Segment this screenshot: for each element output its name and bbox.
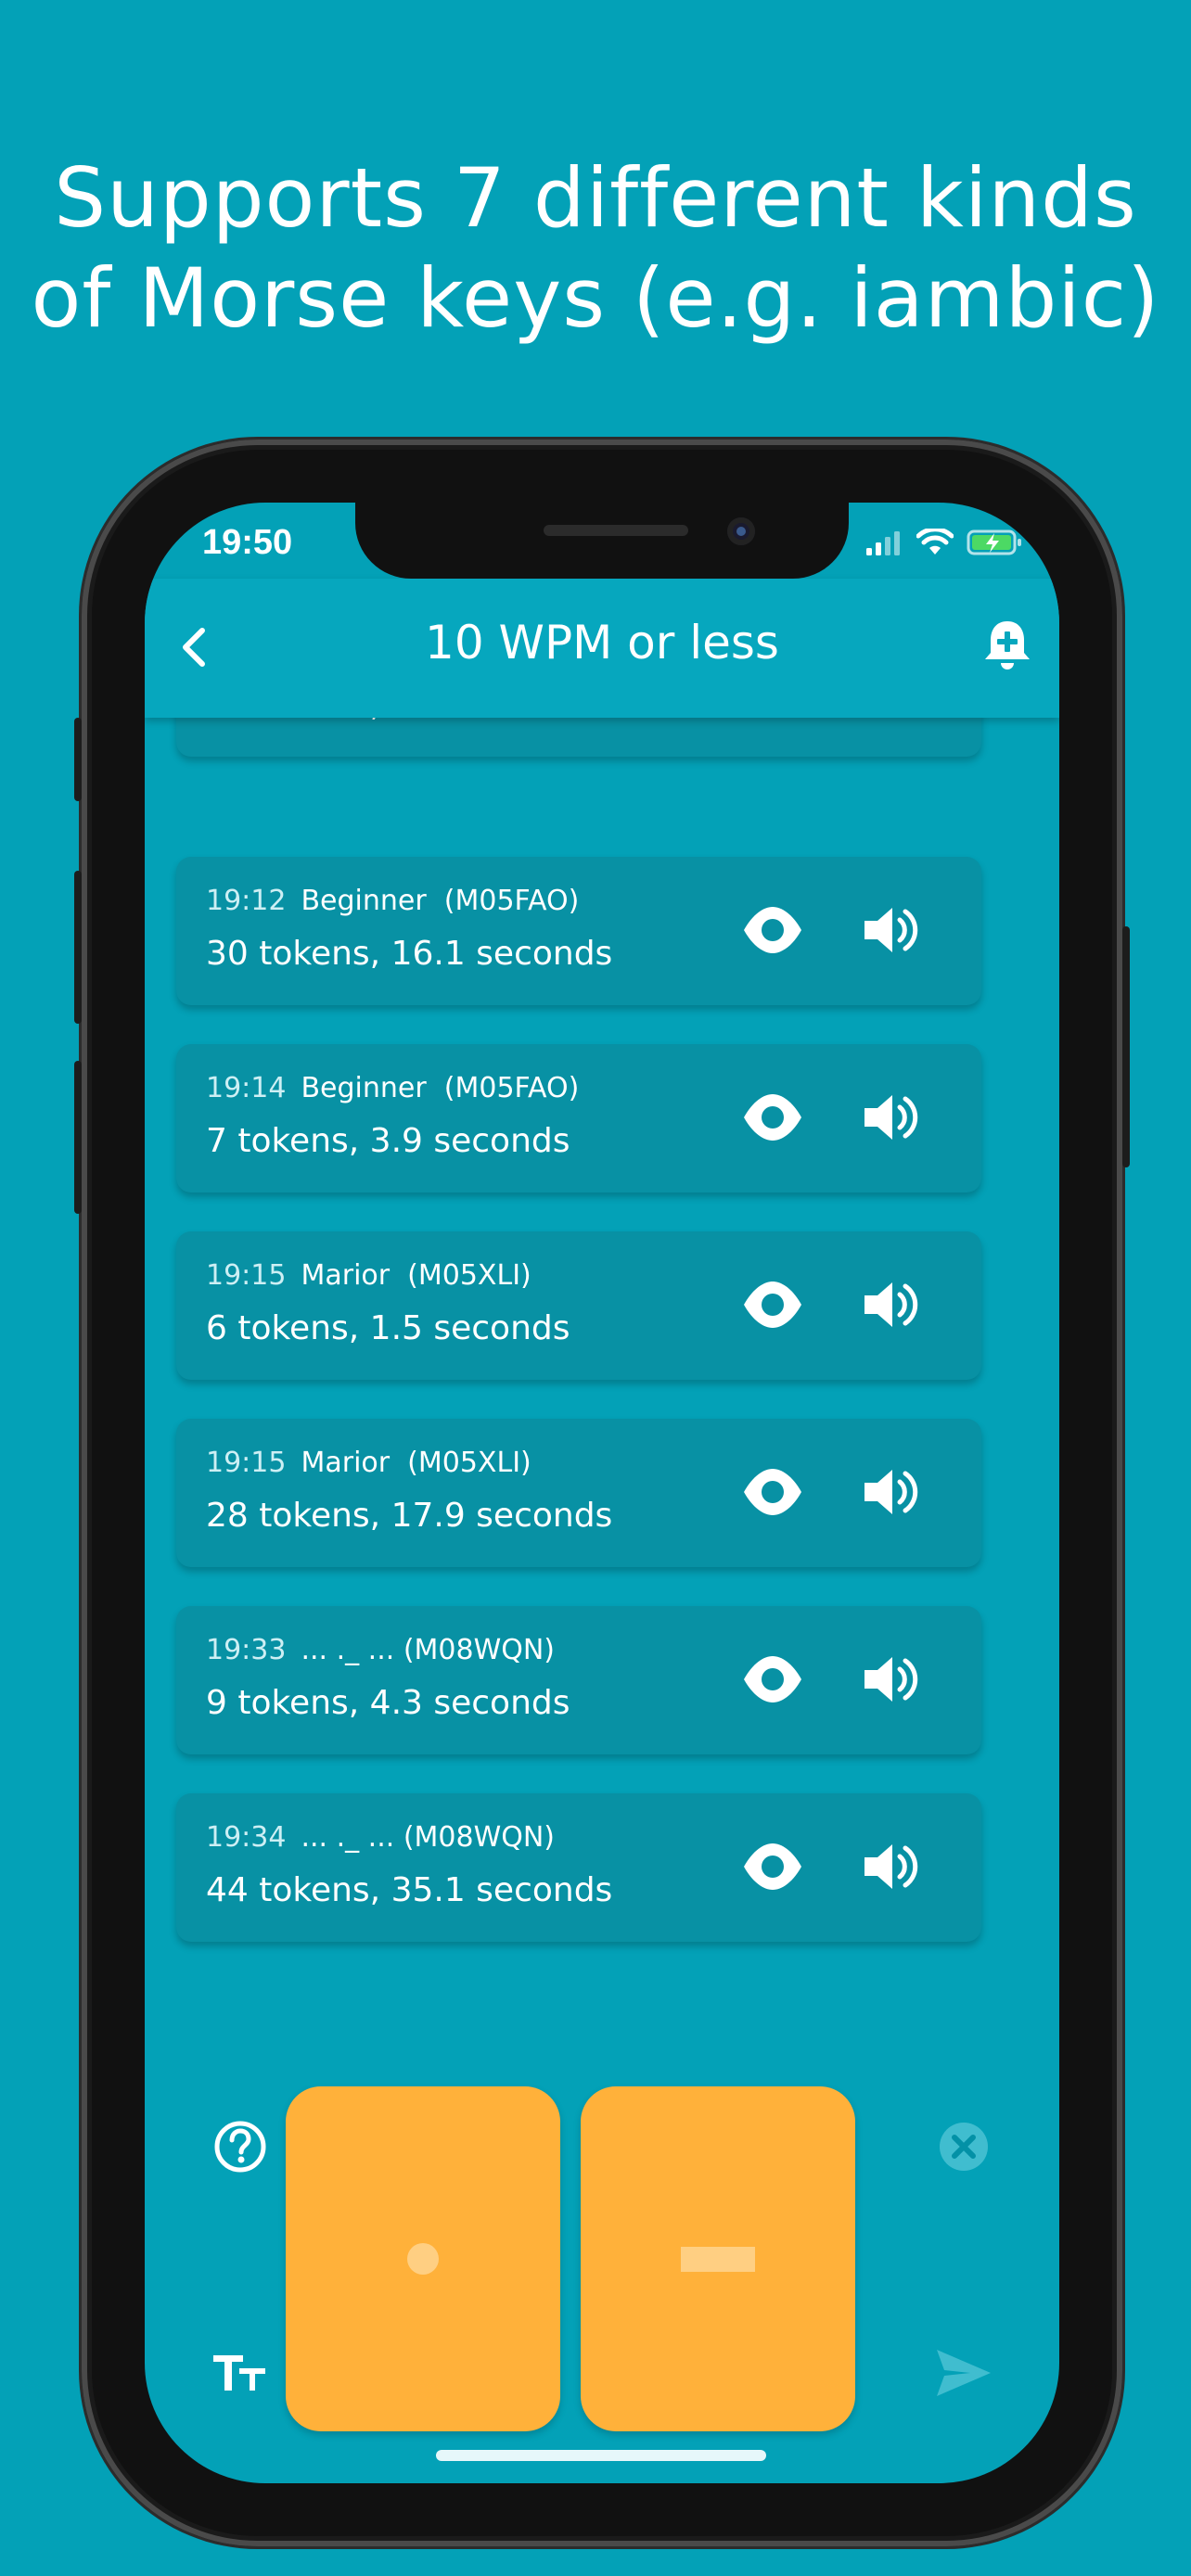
view-message-button[interactable] — [740, 1085, 805, 1150]
view-message-button[interactable] — [740, 1647, 805, 1712]
play-message-button[interactable] — [857, 1834, 922, 1899]
send-icon — [937, 2350, 991, 2396]
message-sender: Beginner (M05FAO) — [301, 1072, 580, 1104]
message-sender: ... ._ ... (M08WQN) — [301, 1634, 556, 1666]
side-button-left-2 — [74, 871, 82, 1024]
page-title: 10 WPM or less — [425, 616, 779, 670]
send-button[interactable] — [933, 2342, 994, 2404]
close-circle-icon — [940, 2123, 988, 2171]
message-time: 19:12 — [206, 885, 287, 917]
message-meta: 19:34 ... ._ ... (M08WQN) — [206, 1821, 555, 1854]
speaker-icon — [864, 1282, 918, 1327]
speaker-icon — [864, 908, 918, 952]
message-summary: 30 tokens, 16.1 seconds — [206, 935, 613, 973]
dash-key[interactable] — [581, 2086, 855, 2431]
message-sender: ... ._ ... (M08WQN) — [301, 1821, 556, 1854]
message-card[interactable]: 19:33 ... ._ ... (M08WQN) 9 tokens, 4.3 s… — [176, 1606, 981, 1754]
message-sender: Marior (M05XLI) — [301, 1447, 531, 1479]
message-time: 19:33 — [206, 1634, 287, 1666]
message-summary: 9 tokens, 4.3 seconds — [206, 1684, 570, 1722]
message-meta: 19:33 ... ._ ... (M08WQN) — [206, 1634, 555, 1666]
notification-bell-button[interactable] — [978, 616, 1037, 675]
message-card[interactable]: 19:12 Beginner (M05FAO) 30 tokens, 16.1 s… — [176, 857, 981, 1005]
font-size-button[interactable] — [210, 2342, 271, 2404]
message-sender: Marior (M05XLI) — [301, 1259, 531, 1292]
side-button-right — [1122, 926, 1130, 1167]
front-camera — [727, 517, 755, 545]
play-message-button[interactable] — [857, 898, 922, 963]
promo-headline-line-1: Supports 7 different kinds — [54, 150, 1137, 246]
side-button-left-1 — [74, 718, 82, 801]
message-time: 19:34 — [206, 1821, 287, 1854]
promo-headline: Supports 7 different kinds of Morse keys… — [0, 148, 1191, 349]
message-meta: 19:15 Marior (M05XLI) — [206, 1259, 531, 1292]
notch — [355, 503, 849, 579]
dash-icon — [681, 2247, 755, 2272]
speaker-icon — [864, 1095, 918, 1140]
view-message-button[interactable] — [740, 1834, 805, 1899]
navigation-bar: 10 WPM or less — [145, 579, 1059, 718]
home-indicator[interactable] — [436, 2450, 766, 2461]
bell-plus-icon — [985, 621, 1030, 670]
message-meta: 19:14 Beginner (M05FAO) — [206, 1072, 579, 1104]
message-time: 19:15 — [206, 1259, 287, 1292]
eye-icon — [744, 907, 801, 953]
message-meta: 19:15 Marior (M05XLI) — [206, 1447, 531, 1479]
question-circle-icon — [214, 2121, 266, 2173]
message-summary: 7 tokens, 3.9 seconds — [206, 1122, 570, 1160]
message-meta: 19:12 Beginner (M05FAO) — [206, 885, 579, 917]
view-message-button[interactable] — [740, 1272, 805, 1337]
side-button-left-3 — [74, 1061, 82, 1214]
view-message-button[interactable] — [740, 1460, 805, 1524]
message-summary: 28 tokens, 17.9 seconds — [206, 1497, 613, 1535]
message-time: 19:15 — [206, 1447, 287, 1479]
promo-headline-line-2: of Morse keys (e.g. iambic) — [31, 250, 1160, 346]
message-card[interactable]: 19:34 ... ._ ... (M08WQN) 44 tokens, 35.1… — [176, 1793, 981, 1942]
play-message-button[interactable] — [857, 1272, 922, 1337]
clear-button[interactable] — [933, 2116, 994, 2177]
eye-icon — [744, 1469, 801, 1515]
text-size-icon — [213, 2355, 265, 2391]
eye-icon — [744, 1282, 801, 1328]
message-summary: 44 tokens, 35.1 seconds — [206, 1871, 613, 1909]
eye-icon — [744, 1656, 801, 1702]
eye-icon — [744, 1094, 801, 1141]
play-message-button[interactable] — [857, 1085, 922, 1150]
speaker-icon — [864, 1657, 918, 1702]
help-button[interactable] — [210, 2116, 271, 2177]
message-card[interactable]: 19:14 Beginner (M05FAO) 7 tokens, 3.9 sec… — [176, 1044, 981, 1192]
play-message-button[interactable] — [857, 1460, 922, 1524]
play-message-button[interactable] — [857, 1647, 922, 1712]
message-list[interactable]: 36 tokens, 19.6 seconds 19:12Beg — [145, 503, 1059, 2005]
eye-icon — [744, 1843, 801, 1890]
message-card[interactable]: 19:15 Marior (M05XLI) 28 tokens, 17.9 sec… — [176, 1419, 981, 1567]
message-sender: Beginner (M05FAO) — [301, 885, 580, 917]
dot-key[interactable] — [286, 2086, 560, 2431]
dot-icon — [407, 2243, 439, 2275]
message-time: 19:14 — [206, 1072, 287, 1104]
view-message-button[interactable] — [740, 898, 805, 963]
message-card[interactable]: 19:15 Marior (M05XLI) 6 tokens, 1.5 secon… — [176, 1231, 981, 1380]
speaker-icon — [864, 1470, 918, 1514]
speaker-icon — [864, 1844, 918, 1889]
message-summary: 6 tokens, 1.5 seconds — [206, 1309, 570, 1347]
phone-frame: 19:50 10 WPM or less 19:12 Beginner (M05… — [74, 440, 1130, 2546]
speaker-grille — [544, 525, 688, 536]
phone-screen: 19:50 10 WPM or less 19:12 Beginner (M05… — [145, 503, 1059, 2483]
